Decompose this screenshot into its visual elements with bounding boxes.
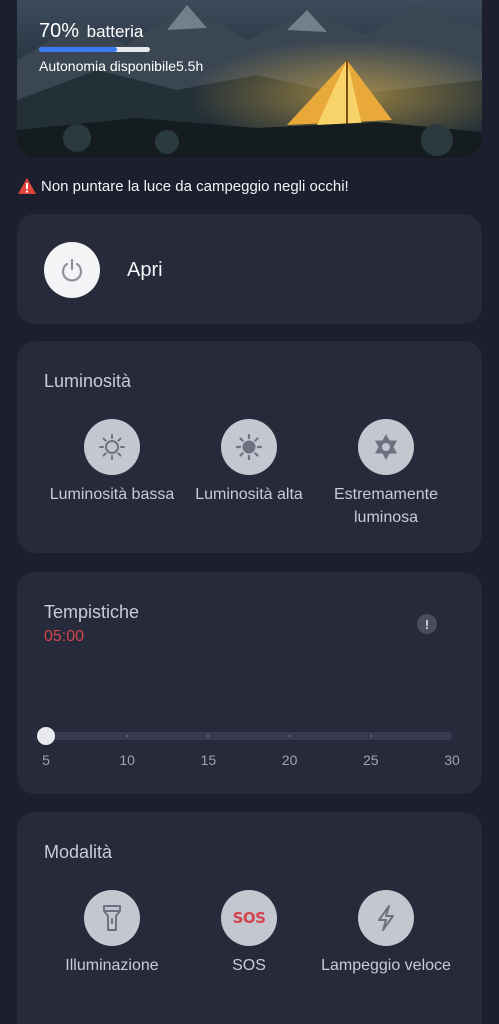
brightness-high-label: Luminosità alta	[195, 486, 303, 503]
slider-tick-label: 10	[119, 752, 135, 768]
lightning-icon	[358, 890, 414, 946]
timing-slider-track[interactable]	[46, 732, 452, 740]
brightness-card: Luminosità Luminosità bassa Luminosità a…	[17, 341, 482, 553]
power-button[interactable]	[44, 242, 100, 298]
timing-value: 05:00	[44, 628, 85, 645]
brightness-low-label: Luminosità bassa	[49, 486, 175, 503]
mode-card: Modalità Illuminazione SOS SOS Lampeggio…	[17, 812, 482, 1024]
slider-tick-label: 5	[42, 752, 50, 768]
slider-tick-label: 30	[444, 752, 460, 768]
timing-card: Tempistiche 05:00 ! 5 10 15 20 25 30	[17, 572, 482, 794]
timing-slider-thumb[interactable]	[37, 727, 55, 745]
hero-banner: 70% batteria Autonomia disponibile5.5h	[17, 0, 482, 158]
warning-icon	[18, 178, 36, 194]
battery-level-fill	[39, 47, 117, 52]
warning-message: Non puntare la luce da campeggio negli o…	[17, 177, 349, 195]
sos-icon: SOS	[221, 890, 277, 946]
brightness-title: Luminosità	[44, 371, 132, 391]
slider-tick-label: 15	[200, 752, 217, 768]
power-label: Apri	[127, 259, 163, 281]
mode-sos-label: SOS	[232, 957, 266, 974]
slider-tick-label: 20	[281, 752, 298, 768]
mode-illumination-option[interactable]: Illuminazione	[37, 890, 187, 977]
mode-illumination-label: Illuminazione	[65, 957, 159, 974]
info-icon[interactable]: !	[417, 614, 437, 634]
sun-low-icon	[84, 419, 140, 475]
brightness-high-option[interactable]: Luminosità alta	[174, 419, 324, 506]
slider-tick-dot	[369, 735, 372, 737]
mode-fast-flash-option[interactable]: Lampeggio veloce	[311, 890, 461, 977]
mode-sos-option[interactable]: SOS SOS	[174, 890, 324, 977]
battery-level-bar	[39, 47, 150, 52]
slider-tick-label: 25	[363, 752, 379, 768]
power-card: Apri	[17, 214, 482, 324]
warning-text: Non puntare la luce da campeggio negli o…	[41, 177, 349, 195]
slider-tick-dot	[126, 735, 129, 737]
mode-fast-flash-label: Lampeggio veloce	[321, 957, 451, 974]
timing-title: Tempistiche	[44, 602, 140, 622]
flashlight-icon	[84, 890, 140, 946]
slider-tick-dot	[207, 735, 210, 737]
sun-high-icon	[221, 419, 277, 475]
sun-gear-icon	[358, 419, 414, 475]
slider-tick-dot	[288, 735, 291, 737]
brightness-low-option[interactable]: Luminosità bassa	[37, 419, 187, 506]
power-icon	[61, 258, 83, 282]
brightness-extreme-label: Estremamente luminosa	[333, 486, 439, 526]
autonomy-text: Autonomia disponibile5.5h	[39, 58, 204, 74]
mode-title: Modalità	[44, 842, 113, 862]
battery-percent: 70% batteria	[39, 20, 144, 42]
brightness-extreme-option[interactable]: Estremamente luminosa	[311, 419, 461, 529]
